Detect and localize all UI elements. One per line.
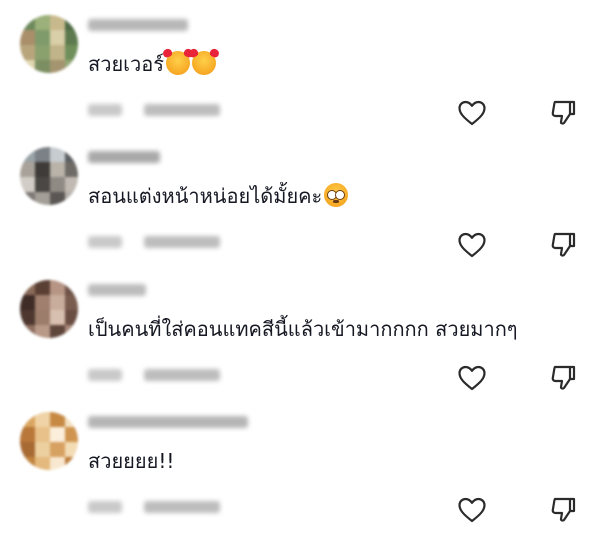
username[interactable]	[88, 284, 146, 296]
thumbs-down-icon	[548, 496, 578, 524]
dislike-button[interactable]	[548, 99, 578, 127]
smiling-face-with-hearts-emoji-icon	[165, 51, 190, 75]
comment-text: เป็นคนที่ใส่คอนแทคสีนี้แล้วเข้ามากกกก สว…	[88, 314, 518, 344]
comment-text: สวยยยย!!	[88, 446, 174, 476]
reply-button[interactable]	[144, 501, 220, 513]
timestamp	[88, 104, 122, 116]
like-button[interactable]	[457, 496, 487, 524]
comment-meta	[88, 368, 228, 382]
username[interactable]	[88, 19, 188, 31]
avatar[interactable]	[20, 412, 78, 470]
like-button[interactable]	[457, 231, 487, 259]
username[interactable]	[88, 416, 248, 428]
avatar[interactable]	[20, 147, 78, 205]
comment-body: สวยเวอร์	[88, 52, 164, 76]
thumbs-down-icon	[548, 364, 578, 392]
comment-item: สวยยยย!!	[0, 412, 600, 540]
thumbs-down-icon	[548, 231, 578, 259]
comment-meta	[88, 235, 228, 249]
reply-button[interactable]	[144, 369, 220, 381]
heart-icon	[457, 364, 487, 392]
comment-item: สอนแต่งหน้าหน่อยได้มั้ยคะ	[0, 147, 600, 275]
like-button[interactable]	[457, 364, 487, 392]
timestamp	[88, 236, 122, 248]
smiling-face-with-hearts-emoji-icon	[191, 51, 216, 75]
comment-item: สวยเวอร์	[0, 15, 600, 143]
heart-icon	[457, 496, 487, 524]
comment-meta	[88, 103, 228, 117]
dislike-button[interactable]	[548, 231, 578, 259]
reply-button[interactable]	[144, 104, 220, 116]
comment-item: เป็นคนที่ใส่คอนแทคสีนี้แล้วเข้ามากกกก สว…	[0, 280, 600, 408]
avatar[interactable]	[20, 15, 78, 73]
username[interactable]	[88, 151, 160, 163]
comment-body: สวยยยย!!	[88, 449, 175, 473]
comment-text: สวยเวอร์	[88, 49, 216, 79]
comment-meta	[88, 500, 228, 514]
dislike-button[interactable]	[548, 364, 578, 392]
heart-icon	[457, 99, 487, 127]
comment-text: สอนแต่งหน้าหน่อยได้มั้ยคะ	[88, 181, 349, 211]
dislike-button[interactable]	[548, 496, 578, 524]
comment-body: เป็นคนที่ใส่คอนแทคสีนี้แล้วเข้ามากกกก สว…	[88, 317, 518, 341]
like-button[interactable]	[457, 99, 487, 127]
timestamp	[88, 369, 122, 381]
heart-icon	[457, 231, 487, 259]
flushed-face-emoji-icon	[324, 183, 349, 207]
reply-button[interactable]	[144, 236, 220, 248]
comment-body: สอนแต่งหน้าหน่อยได้มั้ยคะ	[88, 184, 323, 208]
timestamp	[88, 501, 122, 513]
thumbs-down-icon	[548, 99, 578, 127]
avatar[interactable]	[20, 280, 78, 338]
